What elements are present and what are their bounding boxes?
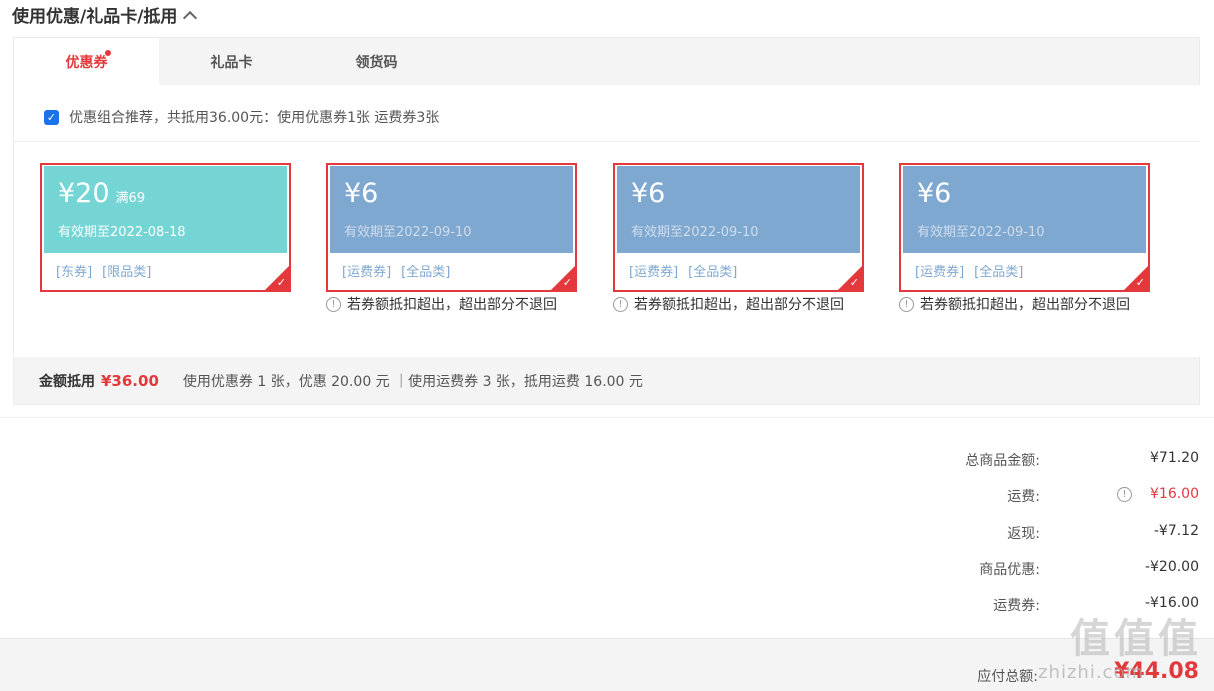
combo-checkbox[interactable]: ✓ — [44, 109, 59, 125]
warning-text: 若券额抵扣超出，超出部分不退回 — [920, 297, 1130, 313]
coupon-warning: ! 若券额抵扣超出，超出部分不退回 — [899, 294, 1130, 314]
total-label: 返现: — [1007, 526, 1040, 542]
warning-text: 若券额抵扣超出，超出部分不退回 — [634, 297, 844, 313]
coupon-condition: 满69 — [115, 191, 146, 206]
coupon-card[interactable]: ¥20 满69 有效期至2022-08-18 [东券] [限品类] ✓ — [40, 163, 291, 292]
divider — [14, 141, 1200, 142]
coupon-tag: [运费券] — [629, 265, 679, 280]
coupon-amount: ¥6 — [631, 178, 666, 209]
coupon-amount: ¥6 — [917, 178, 952, 209]
tab-label: 优惠券 — [65, 54, 108, 71]
section-header[interactable]: 使用优惠/礼品卡/抵用 — [12, 2, 198, 27]
coupon-tag: [全品类] — [974, 265, 1024, 280]
coupon-content: ✓ 优惠组合推荐，共抵用36.00元：使用优惠券1张 运费券3张 ¥20 满69 … — [14, 85, 1200, 357]
coupon-tag: [限品类] — [102, 265, 152, 280]
check-icon: ✓ — [849, 276, 859, 289]
coupon-panel: 优惠券 礼品卡 领货码 ✓ 优惠组合推荐，共抵用36.00元：使用优惠券1张 运… — [13, 37, 1200, 405]
coupon-head: ¥6 有效期至2022-09-10 — [330, 166, 573, 253]
coupon-date: 有效期至2022-08-18 — [58, 225, 186, 240]
tab-label: 领货码 — [355, 54, 398, 71]
notification-dot-icon — [105, 50, 111, 56]
warning-text: 若券额抵扣超出，超出部分不退回 — [347, 297, 557, 313]
coupon-head: ¥6 有效期至2022-09-10 — [617, 166, 860, 253]
coupon-tags: [运费券] [全品类] — [342, 261, 450, 280]
tab-redeem-code[interactable]: 领货码 — [304, 38, 449, 85]
watermark-logo: 值值值 — [1070, 616, 1202, 662]
coupon-date: 有效期至2022-09-10 — [631, 225, 759, 240]
total-row: 商品优惠: -¥20.00 — [0, 559, 1214, 583]
payable-label: 应付总额: — [977, 669, 1038, 685]
coupon-amount: ¥6 — [344, 178, 379, 209]
summary-amount: ¥36.00 — [101, 372, 159, 390]
coupon-tag: [运费券] — [915, 265, 965, 280]
total-row: 运费券: -¥16.00 — [0, 595, 1214, 619]
summary-detail: 使用优惠券 1 张，优惠 20.00 元 ｜使用运费券 3 张，抵用运费 16.… — [182, 374, 643, 390]
total-row: 总商品金额: ¥71.20 — [0, 450, 1214, 474]
watermark-url: zhizhi.com — [1038, 662, 1144, 683]
total-value: -¥7.12 — [1153, 523, 1199, 539]
info-icon[interactable]: ! — [1117, 487, 1132, 502]
combo-text: 优惠组合推荐，共抵用36.00元：使用优惠券1张 运费券3张 — [69, 110, 440, 126]
coupon-card[interactable]: ¥6 有效期至2022-09-10 [运费券] [全品类] ✓ — [613, 163, 864, 292]
coupon-tag: [东券] — [56, 265, 93, 280]
total-row: 返现: -¥7.12 — [0, 523, 1214, 547]
total-value: ¥16.00 — [1150, 486, 1199, 502]
total-label: 运费券: — [993, 598, 1040, 614]
info-icon: ! — [899, 296, 914, 312]
total-value: ¥71.20 — [1150, 450, 1199, 466]
coupon-warning: ! 若券额抵扣超出，超出部分不退回 — [326, 294, 557, 314]
total-label: 商品优惠: — [979, 562, 1040, 578]
total-label: 运费: — [1007, 489, 1040, 505]
coupon-warning: ! 若券额抵扣超出，超出部分不退回 — [613, 294, 844, 314]
coupon-head: ¥6 有效期至2022-09-10 — [903, 166, 1146, 253]
summary-label: 金额抵用 — [39, 374, 95, 390]
coupon-amount: ¥20 满69 — [58, 178, 146, 209]
coupon-date: 有效期至2022-09-10 — [344, 225, 472, 240]
discount-summary: 金额抵用 ¥36.00 使用优惠券 1 张，优惠 20.00 元 ｜使用运费券 … — [39, 371, 643, 391]
section-title: 使用优惠/礼品卡/抵用 — [12, 7, 178, 27]
coupon-tag: [全品类] — [688, 265, 738, 280]
coupon-card[interactable]: ¥6 有效期至2022-09-10 [运费券] [全品类] ✓ — [899, 163, 1150, 292]
info-icon: ! — [613, 296, 628, 312]
coupon-head: ¥20 满69 有效期至2022-08-18 — [44, 166, 287, 253]
chevron-up-icon[interactable] — [183, 10, 198, 25]
coupon-tag: [全品类] — [401, 265, 451, 280]
total-row: 运费: ! ¥16.00 — [0, 486, 1214, 510]
coupon-tags: [运费券] [全品类] — [915, 261, 1023, 280]
payable-bar: 应付总额: ¥44.08 — [0, 638, 1214, 691]
tab-coupons[interactable]: 优惠券 — [14, 38, 159, 85]
coupon-card[interactable]: ¥6 有效期至2022-09-10 [运费券] [全品类] ✓ — [326, 163, 577, 292]
tab-label: 礼品卡 — [210, 54, 253, 71]
check-icon: ✓ — [562, 276, 572, 289]
check-icon: ✓ — [1135, 276, 1145, 289]
total-value: -¥20.00 — [1144, 559, 1199, 575]
info-icon: ! — [326, 296, 341, 312]
tab-bar: 优惠券 礼品卡 领货码 — [14, 38, 1199, 85]
tab-gift-cards[interactable]: 礼品卡 — [159, 38, 304, 85]
coupon-date: 有效期至2022-09-10 — [917, 225, 1045, 240]
combo-recommendation[interactable]: ✓ 优惠组合推荐，共抵用36.00元：使用优惠券1张 运费券3张 — [44, 107, 439, 127]
coupon-tags: [东券] [限品类] — [56, 261, 151, 280]
coupon-tags: [运费券] [全品类] — [629, 261, 737, 280]
divider — [0, 417, 1214, 418]
total-label: 总商品金额: — [965, 453, 1040, 469]
coupon-tag: [运费券] — [342, 265, 392, 280]
check-icon: ✓ — [276, 276, 286, 289]
